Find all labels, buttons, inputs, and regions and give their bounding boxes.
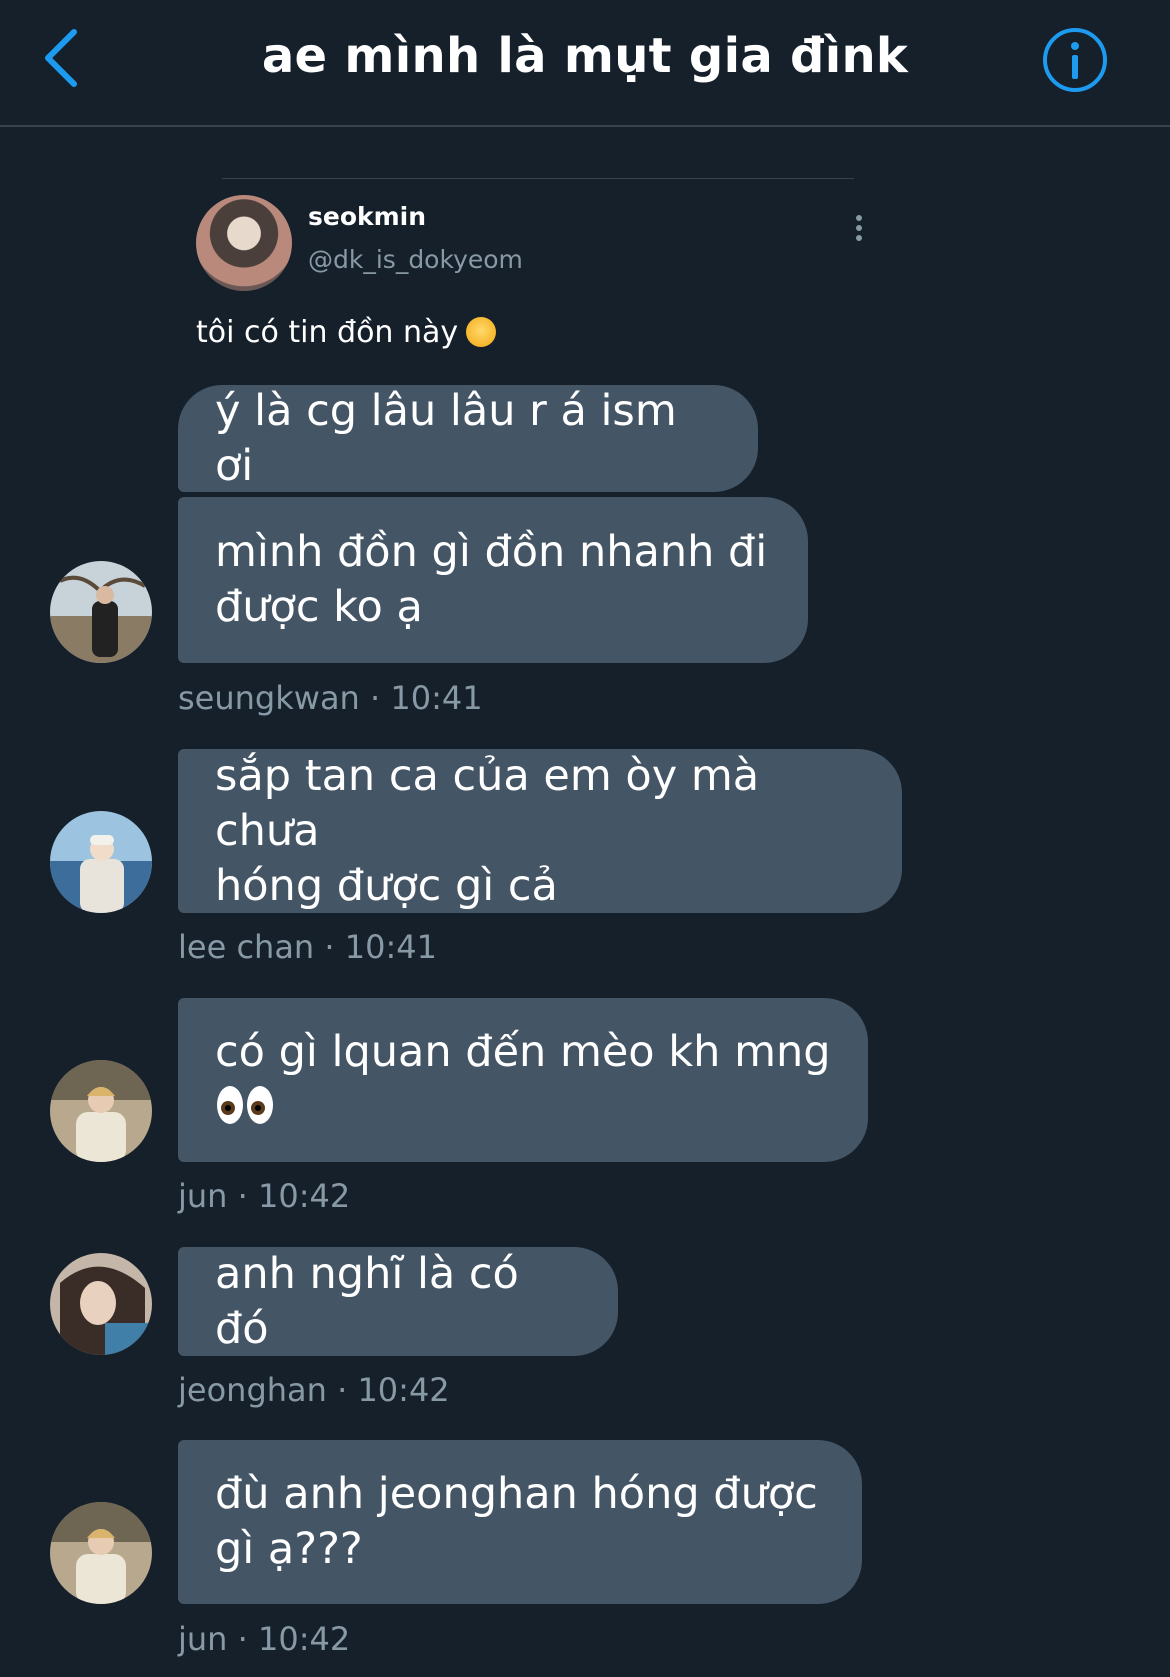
avatar-image (50, 1060, 152, 1162)
message-meta: lee chan · 10:41 (178, 928, 437, 966)
tweet-text: tôi có tin đồn này (196, 315, 497, 350)
message-meta: jun · 10:42 (178, 1177, 351, 1215)
avatar-seungkwan[interactable] (50, 561, 152, 663)
eyes-emoji-icon (217, 1086, 273, 1124)
message-line: được ko ạ (215, 582, 423, 632)
message-bubble[interactable]: có gì lquan đến mèo kh mng (178, 998, 868, 1162)
message-meta: jun · 10:42 (178, 1620, 351, 1658)
tweet-divider (222, 178, 854, 179)
message-line: mình đồn gì đồn nhanh đi (215, 527, 768, 577)
message-bubble[interactable]: mình đồn gì đồn nhanh đi được ko ạ (178, 497, 808, 663)
message-bubble[interactable]: anh nghĩ là có đó (178, 1247, 618, 1356)
conversation-header: ae mình là mụt gia đìnk (0, 0, 1170, 127)
avatar-image (50, 1502, 152, 1604)
message-meta: seungkwan · 10:41 (178, 679, 483, 717)
tweet-author-handle: @dk_is_dokyeom (308, 245, 523, 274)
info-button[interactable] (1041, 26, 1109, 94)
tweet-text-content: tôi có tin đồn này (196, 315, 459, 350)
info-icon (1043, 28, 1107, 92)
conversation-title: ae mình là mụt gia đìnk (261, 28, 909, 84)
avatar-jun[interactable] (50, 1502, 152, 1604)
avatar-image (50, 1253, 152, 1355)
shared-tweet[interactable]: seokmin @dk_is_dokyeom tôi có tin đồn nà… (178, 178, 878, 358)
smiling-face-emoji-icon (466, 317, 497, 347)
message-line: anh nghĩ là có đó (215, 1248, 519, 1354)
message-line: sắp tan ca của em òy mà chưa (215, 750, 760, 856)
avatar-image (50, 561, 152, 663)
avatar-lee-chan[interactable] (50, 811, 152, 913)
eyes-emoji-line (215, 1080, 831, 1135)
tweet-author-avatar[interactable] (196, 195, 292, 291)
message-line: hóng được gì cả (215, 860, 558, 911)
tweet-author-name: seokmin (308, 202, 427, 231)
avatar-image (50, 811, 152, 913)
message-bubble[interactable]: ý là cg lâu lâu r á ism ơi (178, 385, 758, 492)
message-meta: jeonghan · 10:42 (178, 1371, 450, 1409)
message-line: gì ạ??? (215, 1524, 363, 1574)
message-bubble[interactable]: sắp tan ca của em òy mà chưa hóng được g… (178, 749, 902, 913)
message-line: ý là cg lâu lâu r á ism ơi (215, 385, 677, 491)
avatar-jeonghan[interactable] (50, 1253, 152, 1355)
message-bubble[interactable]: đù anh jeonghan hóng được gì ạ??? (178, 1440, 862, 1604)
message-line: đù anh jeonghan hóng được (215, 1469, 818, 1519)
more-vertical-icon (856, 215, 862, 241)
tweet-more-button[interactable] (854, 214, 864, 244)
message-line: có gì lquan đến mèo kh mng (215, 1027, 831, 1077)
avatar-jun[interactable] (50, 1060, 152, 1162)
